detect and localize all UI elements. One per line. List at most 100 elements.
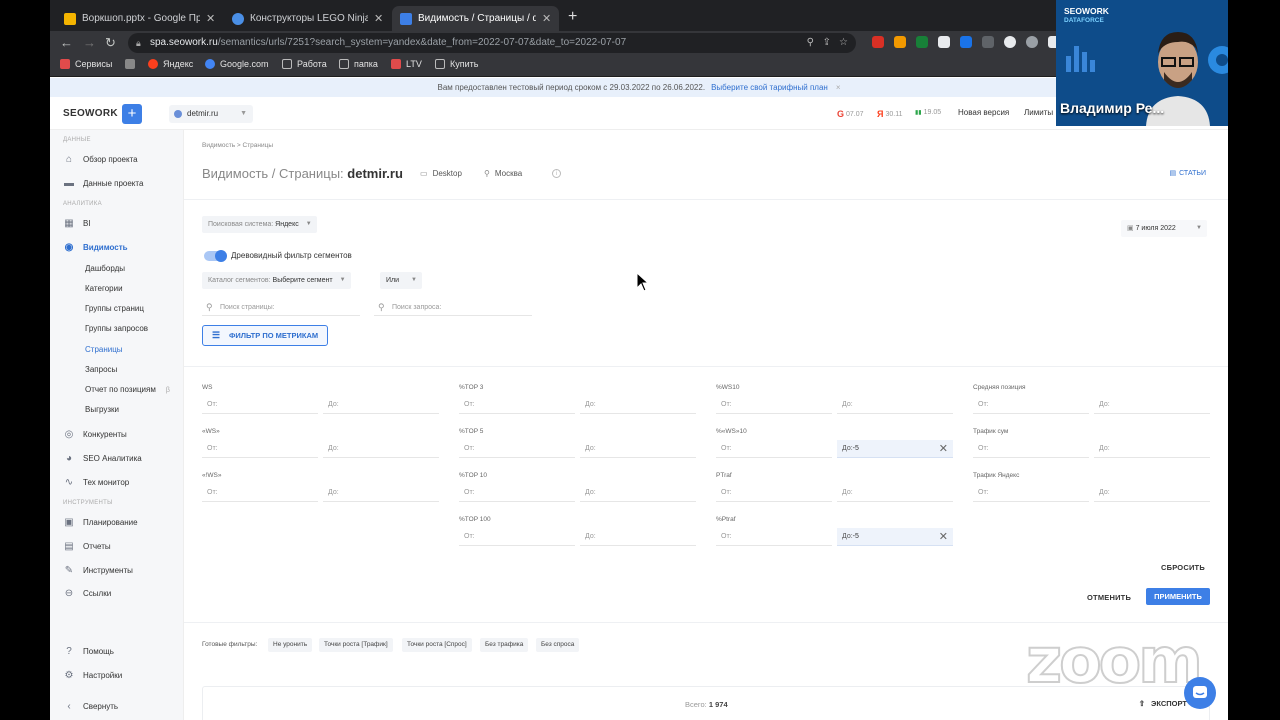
metric-to-input[interactable]: До:-5 ✕	[837, 440, 953, 458]
sidebar-item-visibility[interactable]: ◉ Видимость	[63, 241, 128, 253]
bookmark-folder[interactable]: Работа	[282, 59, 327, 69]
sidebar-item-tools[interactable]: ✎ Инструменты	[63, 564, 133, 576]
query-search-input[interactable]: ⚲ Поиск запроса:	[374, 299, 532, 316]
sidebar-subitem-dashboards[interactable]: Дашборды	[85, 264, 125, 273]
sidebar-subitem-pages[interactable]: Страницы	[85, 345, 123, 354]
metric-from-input[interactable]: От:	[716, 396, 832, 414]
sidebar-collapse[interactable]: ‹ Свернуть	[63, 700, 118, 712]
forward-icon[interactable]: →	[83, 35, 96, 50]
tariff-link[interactable]: Выберите свой тарифный план	[711, 83, 828, 92]
sidebar-subitem-categories[interactable]: Категории	[85, 284, 123, 293]
ready-filter-chip[interactable]: Точки роста [Спрос]	[402, 638, 472, 652]
metric-from-input[interactable]: От:	[459, 528, 575, 546]
metric-to-input[interactable]: До:	[580, 484, 696, 502]
metric-to-input[interactable]: До:-5 ✕	[837, 528, 953, 546]
ready-filter-chip[interactable]: Без трафика	[480, 638, 529, 652]
extension-icon[interactable]	[938, 36, 950, 48]
sidebar-item-seo-analytics[interactable]: ◕ SEO Аналитика	[63, 452, 142, 464]
back-icon[interactable]: ←	[60, 35, 73, 50]
close-tab-icon[interactable]: ✕	[542, 12, 551, 25]
clear-icon[interactable]: ✕	[939, 440, 948, 458]
sidebar-subitem-page-groups[interactable]: Группы страниц	[85, 304, 144, 313]
clear-icon[interactable]: ✕	[939, 528, 948, 546]
metric-to-input[interactable]: До:	[1094, 396, 1210, 414]
ready-filter-chip[interactable]: Без спроса	[536, 638, 580, 652]
gear-icon[interactable]	[1026, 36, 1038, 48]
sidebar-item-tech-monitor[interactable]: ∿ Тех монитор	[63, 476, 129, 488]
metric-from-input[interactable]: От:	[973, 440, 1089, 458]
articles-link[interactable]: ▤ СТАТЬИ	[1169, 169, 1206, 178]
metric-to-input[interactable]: До:	[580, 528, 696, 546]
search-icon[interactable]: ⚲	[807, 33, 814, 53]
address-bar[interactable]: 🔒︎ spa.seowork.ru/semantics/urls/7251?se…	[128, 33, 856, 53]
export-button[interactable]: ⇧ ЭКСПОРТ	[1139, 699, 1187, 708]
apply-button[interactable]: ПРИМЕНИТЬ	[1146, 588, 1210, 605]
metric-from-input[interactable]: От:	[716, 440, 832, 458]
limits-link[interactable]: Лимиты	[1024, 108, 1053, 117]
metric-to-input[interactable]: До:	[323, 484, 439, 502]
bookmark-item[interactable]	[125, 59, 135, 69]
ready-filter-chip[interactable]: Не уронить	[268, 638, 313, 652]
sidebar-item-overview[interactable]: ⌂ Обзор проекта	[63, 153, 138, 165]
metric-to-input[interactable]: До:	[837, 484, 953, 502]
metric-from-input[interactable]: От:	[202, 396, 318, 414]
metric-from-input[interactable]: От:	[459, 396, 575, 414]
extension-icon[interactable]	[872, 36, 884, 48]
bookmark-ltv[interactable]: LTV	[391, 59, 422, 69]
sidebar-item-project-data[interactable]: ▬ Данные проекта	[63, 177, 143, 189]
shield-icon[interactable]	[1004, 36, 1016, 48]
logic-select[interactable]: Или ▼	[380, 272, 422, 289]
sidebar-subitem-queries[interactable]: Запросы	[85, 365, 117, 374]
new-version-link[interactable]: Новая версия	[958, 108, 1009, 117]
date-picker[interactable]: ▣ 7 июля 2022 ▼	[1121, 220, 1207, 237]
metric-to-input[interactable]: До:	[837, 396, 953, 414]
bookmark-apps[interactable]: Сервисы	[60, 59, 112, 69]
metric-from-input[interactable]: От:	[202, 484, 318, 502]
metric-from-input[interactable]: От:	[973, 396, 1089, 414]
reload-icon[interactable]: ↻	[105, 35, 116, 51]
sidebar-item-links[interactable]: ⊖ Ссылки	[63, 587, 111, 599]
ready-filter-chip[interactable]: Точки роста [Трафик]	[319, 638, 393, 652]
metric-from-input[interactable]: От:	[202, 440, 318, 458]
new-tab-icon[interactable]: +	[568, 8, 577, 26]
sidebar-subitem-position-report[interactable]: Отчет по позициям β	[85, 385, 170, 394]
bookmark-yandex[interactable]: Яндекс	[148, 59, 193, 69]
share-icon[interactable]: ⇪	[823, 33, 831, 53]
metric-to-input[interactable]: До:	[1094, 484, 1210, 502]
add-button[interactable]: +	[122, 104, 142, 124]
app-logo[interactable]: SEOWORK	[63, 108, 118, 119]
metric-filter-button[interactable]: ☰ ФИЛЬТР ПО МЕТРИКАМ	[202, 325, 328, 346]
reset-button[interactable]: СБРОСИТЬ	[1161, 563, 1205, 572]
sidebar-subitem-exports[interactable]: Выгрузки	[85, 405, 119, 414]
sidebar-item-reports[interactable]: ▤ Отчеты	[63, 540, 110, 552]
metric-to-input[interactable]: До:	[323, 396, 439, 414]
metric-from-input[interactable]: От:	[716, 528, 832, 546]
browser-tab-active[interactable]: Видимость / Страницы / detm ✕	[392, 6, 560, 31]
breadcrumb[interactable]: Видимость > Страницы	[202, 142, 273, 149]
bookmark-folder[interactable]: папка	[339, 59, 378, 69]
sidebar-item-settings[interactable]: ⚙ Настройки	[63, 669, 123, 681]
close-icon[interactable]: ×	[836, 83, 841, 92]
search-system-select[interactable]: Поисковая система: Яндекс ▼	[202, 216, 317, 233]
sidebar-subitem-query-groups[interactable]: Группы запросов	[85, 324, 148, 333]
metric-to-input[interactable]: До:	[1094, 440, 1210, 458]
metric-to-input[interactable]: До:	[580, 440, 696, 458]
project-select[interactable]: detmir.ru ▼	[169, 105, 253, 123]
page-search-input[interactable]: ⚲ Поиск страницы:	[202, 299, 360, 316]
segment-catalog-select[interactable]: Каталог сегментов: Выберите сегмент ▼	[202, 272, 351, 289]
metric-from-input[interactable]: От:	[459, 484, 575, 502]
metric-from-input[interactable]: От:	[459, 440, 575, 458]
close-tab-icon[interactable]: ✕	[374, 12, 383, 25]
extension-icon[interactable]	[916, 36, 928, 48]
sidebar-item-bi[interactable]: ▦ BI	[63, 217, 90, 229]
extension-icon[interactable]	[960, 36, 972, 48]
chat-icon[interactable]	[1184, 677, 1216, 709]
tree-filter-toggle[interactable]	[204, 250, 227, 262]
star-icon[interactable]: ☆	[839, 33, 848, 53]
extension-icon[interactable]	[894, 36, 906, 48]
browser-tab[interactable]: Воркшоп.pptx - Google През ✕	[56, 6, 223, 31]
bookmark-google[interactable]: Google.com	[205, 59, 269, 69]
sidebar-item-help[interactable]: ? Помощь	[63, 645, 114, 657]
metric-from-input[interactable]: От:	[716, 484, 832, 502]
extension-icon[interactable]	[982, 36, 994, 48]
